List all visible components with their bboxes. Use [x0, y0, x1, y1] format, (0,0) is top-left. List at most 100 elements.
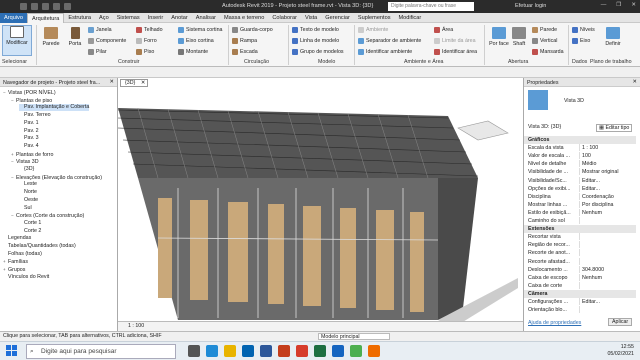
ramp-button[interactable]: Rampa — [232, 38, 257, 44]
room-separator-button[interactable]: Separador de ambiente — [358, 38, 421, 44]
apply-button[interactable]: Aplicar — [608, 318, 633, 326]
login-link[interactable]: Efetuar login — [515, 3, 546, 9]
area-button[interactable]: Área — [434, 27, 453, 33]
tree-item[interactable]: + Plantas de forro — [11, 151, 53, 158]
property-value[interactable] — [579, 233, 633, 241]
component-button[interactable]: Componente — [88, 38, 126, 44]
close-icon[interactable]: ✕ — [141, 80, 145, 87]
wall-opening-button[interactable]: Parede — [532, 27, 557, 33]
property-value[interactable] — [579, 306, 633, 314]
tab-view[interactable]: Vista — [301, 13, 321, 23]
mullion-button[interactable]: Montante — [178, 49, 208, 55]
property-section[interactable]: Extensões — [524, 225, 636, 234]
wall-button[interactable]: Parede — [38, 27, 64, 47]
tag-room-button[interactable]: Identificar ambiente — [358, 49, 412, 55]
store-icon[interactable] — [242, 345, 254, 357]
railing-button[interactable]: Guarda-corpo — [232, 27, 273, 33]
tree-item[interactable]: Corte 2 — [19, 228, 41, 235]
door-button[interactable]: Porta — [62, 27, 88, 47]
tab-massing[interactable]: Massa e terreno — [220, 13, 268, 23]
tab-manage[interactable]: Gerenciar — [321, 13, 354, 23]
property-value[interactable]: Editar... — [579, 298, 633, 305]
minimize-icon[interactable]: — — [601, 2, 607, 8]
tab-collaborate[interactable]: Colaborar — [268, 13, 301, 23]
app-icon[interactable] — [368, 345, 380, 357]
ceiling-button[interactable]: Forro — [136, 38, 157, 44]
tree-item[interactable]: − Vistas 3D — [11, 158, 39, 165]
windows-start-icon[interactable] — [6, 345, 18, 357]
tree-item[interactable]: − Vistas (POR NÍVEL) — [3, 89, 56, 96]
tab-file[interactable]: Arquivo — [0, 13, 27, 23]
stair-button[interactable]: Escada — [232, 49, 258, 55]
property-value[interactable]: 304.8000 — [579, 265, 633, 273]
tree-item[interactable]: Sul — [19, 205, 32, 212]
type-selector[interactable]: Vista 3D — [564, 98, 584, 104]
view-tab[interactable]: {3D} ✕ — [120, 79, 149, 87]
edit-type-button[interactable]: ▦ Editar tipo — [596, 124, 633, 132]
redo-icon[interactable] — [53, 3, 60, 10]
task-view-icon[interactable] — [188, 345, 200, 357]
instance-selector[interactable]: Vista 3D: {3D} — [528, 124, 561, 130]
model-group-button[interactable]: Grupo de modelos — [292, 49, 344, 55]
system-tray[interactable]: 12:55 05/02/2021 — [607, 344, 634, 358]
save-icon[interactable] — [31, 3, 38, 10]
grid-button[interactable]: Eixo — [572, 38, 590, 44]
property-value[interactable]: Nenhum — [579, 208, 633, 216]
roof-button[interactable]: Telhado — [136, 27, 163, 33]
tab-analyze[interactable]: Analisar — [192, 13, 220, 23]
property-value[interactable]: Editar... — [579, 176, 633, 184]
tree-item[interactable]: + Grupos — [3, 266, 25, 273]
tree-item[interactable]: Corte 1 — [19, 220, 41, 227]
column-button[interactable]: Pilar — [88, 49, 107, 55]
tab-annotate[interactable]: Anotar — [167, 13, 191, 23]
dormer-button[interactable]: Mansarda — [532, 49, 564, 55]
tree-item[interactable]: Folhas (todas) — [3, 251, 42, 258]
vertical-button[interactable]: Vertical — [532, 38, 557, 44]
tree-item[interactable]: Pav. 4 — [19, 143, 39, 150]
property-value[interactable] — [579, 257, 633, 265]
open-icon[interactable] — [20, 3, 27, 10]
viewcube[interactable] — [457, 120, 509, 141]
edge-icon[interactable] — [206, 345, 218, 357]
modify-button[interactable]: Modificar — [2, 25, 32, 56]
tab-addins[interactable]: Suplementos — [354, 13, 395, 23]
tree-item[interactable]: Tabelas/Quantidades (todas) — [3, 243, 76, 250]
levels-button[interactable]: Níveis — [572, 27, 595, 33]
curtain-system-button[interactable]: Sistema cortina — [178, 27, 223, 33]
properties-help-link[interactable]: Ajuda de propriedades — [528, 320, 581, 326]
explorer-icon[interactable] — [224, 345, 236, 357]
tree-item[interactable]: + Famílias — [3, 258, 28, 265]
view-3d[interactable]: {3D} ✕ 1: 100 — [118, 78, 524, 331]
tag-area-button[interactable]: Identificar área — [434, 49, 477, 55]
property-section[interactable]: Gráficos — [524, 136, 636, 144]
tab-modify[interactable]: Modificar — [395, 13, 426, 23]
tree-item[interactable]: − Plantas de piso — [11, 97, 52, 104]
floor-button[interactable]: Piso — [136, 49, 154, 55]
app-icon[interactable] — [296, 345, 308, 357]
property-section[interactable]: Câmera — [524, 289, 636, 298]
curtain-grid-button[interactable]: Eixo cortina — [178, 38, 214, 44]
model-line-button[interactable]: Linha de modelo — [292, 38, 339, 44]
tab-structure[interactable]: Estrutura — [64, 13, 95, 23]
group-select[interactable]: Selecionar — [2, 59, 27, 65]
tab-architecture[interactable]: Arquitetura — [26, 13, 65, 23]
area-boundary-button[interactable]: Limite da área — [434, 38, 476, 44]
tree-item[interactable]: Pav. Implantação e Coberta — [19, 104, 90, 112]
property-value[interactable] — [579, 249, 633, 257]
property-value[interactable]: Coordenação — [579, 192, 633, 200]
shaft-button[interactable]: Shaft — [508, 27, 530, 47]
window-button[interactable]: Janela — [88, 27, 112, 33]
powerpoint-icon[interactable] — [278, 345, 290, 357]
tree-item[interactable]: Pav. 1 — [19, 120, 39, 127]
word-icon[interactable] — [260, 345, 272, 357]
close-icon[interactable]: ✕ — [631, 2, 636, 8]
property-value[interactable]: Por disciplina — [579, 200, 633, 208]
property-value[interactable]: Nenhum — [579, 273, 633, 281]
tree-item[interactable]: Leste — [19, 181, 37, 188]
help-search-input[interactable]: Digite palavra-chave ou frase — [388, 2, 474, 11]
property-value[interactable] — [579, 281, 633, 289]
tree-item[interactable]: Pav. 3 — [19, 135, 39, 142]
property-value[interactable]: 100 — [579, 152, 633, 160]
close-icon[interactable]: ✕ — [633, 79, 637, 85]
property-value[interactable]: Mostrar original — [579, 168, 633, 176]
